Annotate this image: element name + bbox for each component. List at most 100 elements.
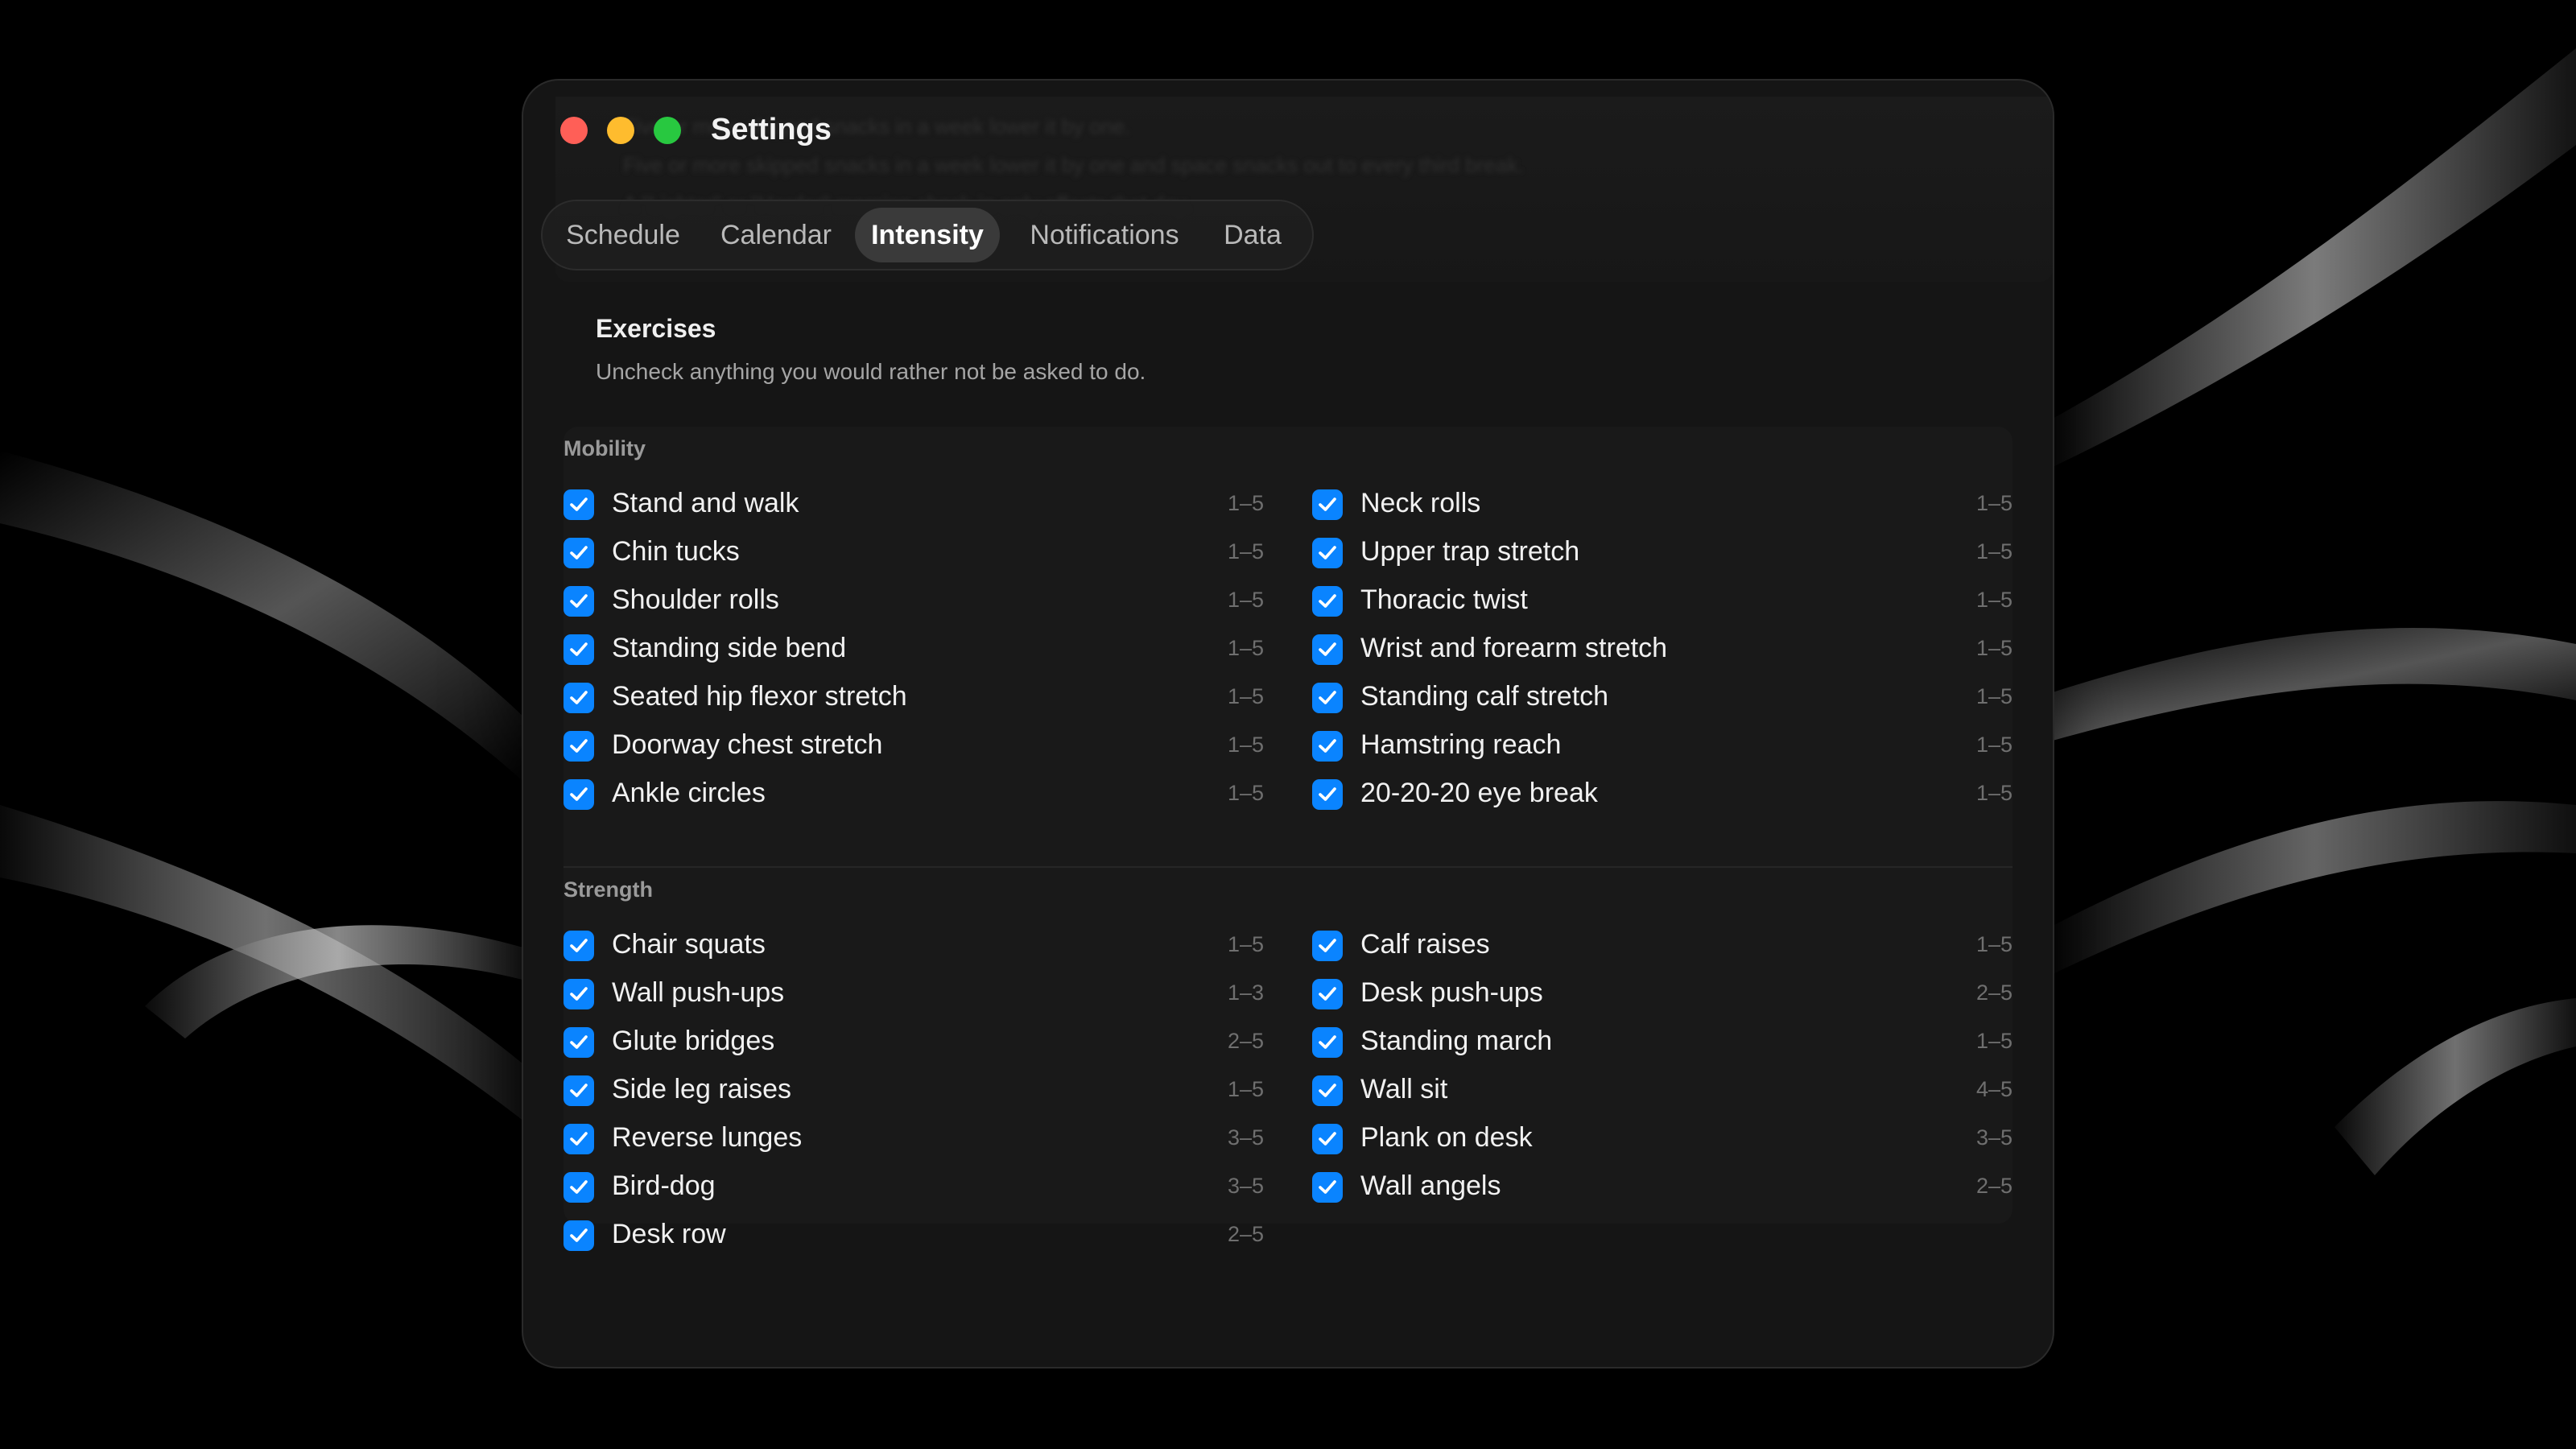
exercise-label: Standing march bbox=[1360, 1026, 1553, 1056]
exercise-checkbox[interactable] bbox=[564, 489, 594, 520]
minimize-button[interactable] bbox=[607, 117, 634, 144]
exercise-row[interactable]: Glute bridges 2–5 bbox=[564, 1018, 1264, 1066]
intensity-range: 1–5 bbox=[1227, 636, 1264, 660]
exercise-checkbox[interactable] bbox=[1312, 683, 1343, 713]
exercise-row[interactable]: Plank on desk 3–5 bbox=[1312, 1114, 2013, 1162]
intensity-range: 1–5 bbox=[1975, 684, 2013, 708]
checkmark-icon bbox=[1319, 1180, 1336, 1194]
tab-calendar[interactable]: Calendar bbox=[704, 208, 848, 262]
exercise-label: Neck rolls bbox=[1360, 488, 1481, 518]
exercise-label: Wall push-ups bbox=[612, 977, 785, 1008]
exercise-row[interactable]: Standing side bend 1–5 bbox=[564, 625, 1264, 673]
exercise-row[interactable]: Hamstring reach 1–5 bbox=[1312, 721, 2013, 770]
exercise-row[interactable]: Reverse lunges 3–5 bbox=[564, 1114, 1264, 1162]
intensity-range: 1–5 bbox=[1227, 932, 1264, 956]
exercise-row[interactable]: Doorway chest stretch 1–5 bbox=[564, 721, 1264, 770]
exercise-checkbox[interactable] bbox=[564, 779, 594, 810]
exercise-checkbox[interactable] bbox=[1312, 586, 1343, 617]
exercise-label: Plank on desk bbox=[1360, 1122, 1533, 1153]
exercise-label: Chair squats bbox=[612, 929, 766, 960]
checkmark-icon bbox=[1319, 987, 1336, 1001]
checkmark-icon bbox=[1319, 1035, 1336, 1049]
checkmark-icon bbox=[1319, 1132, 1336, 1146]
tab-schedule[interactable]: Schedule bbox=[551, 208, 696, 262]
exercise-row[interactable]: Upper trap stretch 1–5 bbox=[1312, 528, 2013, 576]
exercise-label: Chin tucks bbox=[612, 536, 740, 567]
section-title: Exercises bbox=[596, 314, 716, 343]
background-text: Five or more skipped snacks in a week lo… bbox=[623, 114, 1131, 138]
exercise-checkbox[interactable] bbox=[564, 1220, 594, 1251]
exercise-row[interactable]: 20-20-20 eye break 1–5 bbox=[1312, 770, 2013, 818]
checkmark-icon bbox=[570, 594, 588, 608]
exercise-row[interactable]: Standing calf stretch 1–5 bbox=[1312, 673, 2013, 721]
exercise-row[interactable]: Side leg raises 1–5 bbox=[564, 1066, 1264, 1114]
exercise-checkbox[interactable] bbox=[564, 683, 594, 713]
exercise-checkbox[interactable] bbox=[1312, 1027, 1343, 1058]
exercise-checkbox[interactable] bbox=[564, 1075, 594, 1106]
exercise-checkbox[interactable] bbox=[564, 979, 594, 1009]
group-label-strength: Strength bbox=[564, 877, 653, 902]
exercise-row[interactable]: Shoulder rolls 1–5 bbox=[564, 576, 1264, 625]
exercise-checkbox[interactable] bbox=[564, 1172, 594, 1203]
close-button[interactable] bbox=[560, 117, 588, 144]
intensity-range: 1–5 bbox=[1227, 539, 1264, 564]
checkmark-icon bbox=[570, 1132, 588, 1146]
checkmark-icon bbox=[570, 691, 588, 704]
intensity-range: 1–5 bbox=[1975, 491, 2013, 515]
exercise-checkbox[interactable] bbox=[1312, 1172, 1343, 1203]
exercise-row[interactable]: Seated hip flexor stretch 1–5 bbox=[564, 673, 1264, 721]
exercise-row[interactable]: Desk row 2–5 bbox=[564, 1211, 1264, 1259]
exercise-checkbox[interactable] bbox=[1312, 979, 1343, 1009]
checkmark-icon bbox=[1319, 546, 1336, 559]
intensity-range: 1–5 bbox=[1975, 636, 2013, 660]
exercise-label: Wrist and forearm stretch bbox=[1360, 633, 1668, 663]
intensity-range: 1–5 bbox=[1975, 733, 2013, 757]
exercise-checkbox[interactable] bbox=[1312, 731, 1343, 762]
exercise-checkbox[interactable] bbox=[1312, 489, 1343, 520]
exercise-checkbox[interactable] bbox=[1312, 634, 1343, 665]
exercise-checkbox[interactable] bbox=[564, 1027, 594, 1058]
exercise-row[interactable]: Calf raises 1–5 bbox=[1312, 921, 2013, 969]
intensity-range: 1–5 bbox=[1975, 539, 2013, 564]
exercise-label: Calf raises bbox=[1360, 929, 1490, 960]
intensity-range: 3–5 bbox=[1975, 1125, 2013, 1150]
exercise-checkbox[interactable] bbox=[564, 538, 594, 568]
exercise-row[interactable]: Wall sit 4–5 bbox=[1312, 1066, 2013, 1114]
exercise-checkbox[interactable] bbox=[564, 731, 594, 762]
exercise-checkbox[interactable] bbox=[564, 931, 594, 961]
exercise-label: Wall angels bbox=[1360, 1170, 1501, 1201]
exercise-checkbox[interactable] bbox=[1312, 1075, 1343, 1106]
exercise-checkbox[interactable] bbox=[1312, 538, 1343, 568]
exercise-row[interactable]: Stand and walk 1–5 bbox=[564, 480, 1264, 528]
exercise-row[interactable]: Ankle circles 1–5 bbox=[564, 770, 1264, 818]
exercise-row[interactable]: Chair squats 1–5 bbox=[564, 921, 1264, 969]
exercise-row[interactable]: Wall push-ups 1–3 bbox=[564, 969, 1264, 1018]
checkmark-icon bbox=[1319, 691, 1336, 704]
exercise-row[interactable]: Bird-dog 3–5 bbox=[564, 1162, 1264, 1211]
checkmark-icon bbox=[570, 546, 588, 559]
exercise-label: Stand and walk bbox=[612, 488, 799, 518]
exercise-row[interactable]: Desk push-ups 2–5 bbox=[1312, 969, 2013, 1018]
tab-intensity[interactable]: Intensity bbox=[855, 208, 1000, 262]
exercise-row[interactable]: Chin tucks 1–5 bbox=[564, 528, 1264, 576]
exercise-row[interactable]: Standing march 1–5 bbox=[1312, 1018, 2013, 1066]
tab-data[interactable]: Data bbox=[1208, 208, 1298, 262]
exercise-row[interactable]: Neck rolls 1–5 bbox=[1312, 480, 2013, 528]
exercise-checkbox[interactable] bbox=[1312, 931, 1343, 961]
exercise-label: Upper trap stretch bbox=[1360, 536, 1580, 567]
maximize-button[interactable] bbox=[654, 117, 681, 144]
checkmark-icon bbox=[1319, 594, 1336, 608]
exercise-checkbox[interactable] bbox=[564, 1124, 594, 1154]
exercise-checkbox[interactable] bbox=[1312, 1124, 1343, 1154]
window-title: Settings bbox=[711, 113, 832, 147]
exercise-checkbox[interactable] bbox=[1312, 779, 1343, 810]
intensity-range: 1–5 bbox=[1227, 684, 1264, 708]
exercise-row[interactable]: Wrist and forearm stretch 1–5 bbox=[1312, 625, 2013, 673]
tab-notifications[interactable]: Notifications bbox=[1008, 208, 1201, 262]
checkmark-icon bbox=[570, 1084, 588, 1097]
exercise-row[interactable]: Wall angels 2–5 bbox=[1312, 1162, 2013, 1211]
exercise-checkbox[interactable] bbox=[564, 634, 594, 665]
exercise-checkbox[interactable] bbox=[564, 586, 594, 617]
intensity-range: 1–5 bbox=[1975, 781, 2013, 805]
exercise-row[interactable]: Thoracic twist 1–5 bbox=[1312, 576, 2013, 625]
